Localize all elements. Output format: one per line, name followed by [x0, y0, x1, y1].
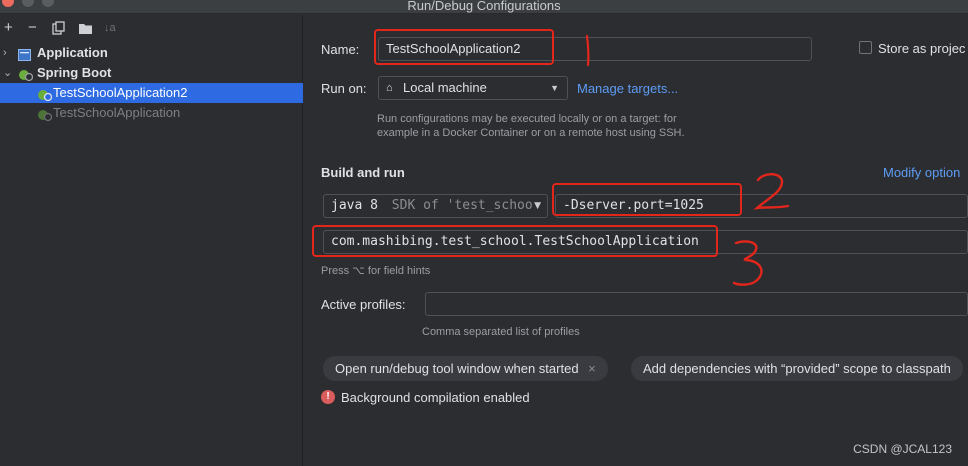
annotation-number-3 — [732, 240, 763, 286]
window-title: Run/Debug Configurations — [407, 0, 561, 13]
remove-icon[interactable]: − — [28, 18, 37, 38]
modify-options-link[interactable]: Modify option — [883, 165, 960, 180]
store-as-project-checkbox[interactable] — [859, 41, 872, 54]
application-icon — [18, 47, 31, 61]
home-icon: ⌂ — [386, 82, 393, 94]
sort-icon[interactable]: ↓a — [104, 18, 116, 38]
tree-item-application[interactable]: › Application — [0, 43, 303, 63]
active-profiles-field[interactable] — [425, 292, 968, 316]
run-on-value: Local machine — [403, 80, 487, 95]
field-hints-text: Press ⌥ for field hints — [321, 265, 431, 277]
close-icon[interactable]: × — [588, 361, 596, 376]
spring-boot-icon — [18, 67, 34, 82]
spring-boot-config-icon — [37, 107, 53, 122]
jdk-hint: SDK of 'test_schoo — [391, 198, 533, 213]
warning-text: Background compilation enabled — [341, 390, 530, 405]
watermark: CSDN @JCAL123 — [853, 442, 952, 456]
tree-item-label: Application — [37, 45, 108, 60]
manage-targets-link[interactable]: Manage targets... — [577, 81, 678, 96]
tree-item-config-selected[interactable]: TestSchoolApplication2 — [0, 83, 303, 103]
option-chip-provided-scope[interactable]: Add dependencies with “provided” scope t… — [631, 356, 963, 381]
tree-item-label: Spring Boot — [37, 65, 112, 80]
annotation-box-1 — [374, 29, 554, 65]
annotation-box-2 — [552, 183, 742, 216]
tree-item-config[interactable]: TestSchoolApplication — [0, 103, 303, 123]
error-icon: ! — [321, 390, 335, 404]
name-label: Name: — [321, 42, 360, 57]
folder-icon[interactable] — [78, 18, 93, 41]
jdk-value: java 8 — [331, 198, 378, 213]
annotation-number-2 — [753, 173, 790, 210]
copy-icon[interactable] — [52, 18, 66, 41]
chevron-down-icon: ▼ — [550, 83, 559, 93]
tree-item-label: TestSchoolApplication — [53, 105, 181, 120]
title-bar: Run/Debug Configurations — [0, 0, 968, 14]
build-and-run-heading: Build and run — [321, 165, 405, 180]
tree-item-label: TestSchoolApplication2 — [53, 85, 188, 100]
annotation-box-3 — [312, 225, 718, 257]
chevron-right-icon[interactable]: › — [3, 43, 7, 63]
jdk-select[interactable]: java 8 SDK of 'test_schoo ▼ — [323, 194, 548, 218]
chip-label: Open run/debug tool window when started — [335, 361, 579, 376]
add-icon[interactable]: + — [4, 18, 13, 38]
profiles-hint: Comma separated list of profiles — [422, 326, 580, 338]
store-as-project-label: Store as projec — [878, 41, 966, 56]
run-on-hint: Run configurations may be executed local… — [377, 113, 685, 139]
run-on-select[interactable]: ⌂ Local machine ▼ — [378, 76, 568, 100]
spring-boot-config-icon — [37, 87, 53, 102]
sidebar-toolbar: + − ↓a — [0, 15, 302, 43]
option-chip-tool-window[interactable]: Open run/debug tool window when started … — [323, 356, 608, 381]
chevron-down-icon[interactable]: ⌄ — [3, 63, 12, 83]
active-profiles-label: Active profiles: — [321, 297, 406, 312]
chevron-down-icon: ▼ — [534, 201, 541, 211]
configurations-sidebar: + − ↓a › Application ⌄ Spring Boot TestS… — [0, 15, 303, 466]
annotation-number-1 — [585, 34, 590, 67]
run-on-label: Run on: — [321, 81, 367, 96]
tree-item-spring-boot[interactable]: ⌄ Spring Boot — [0, 63, 303, 83]
